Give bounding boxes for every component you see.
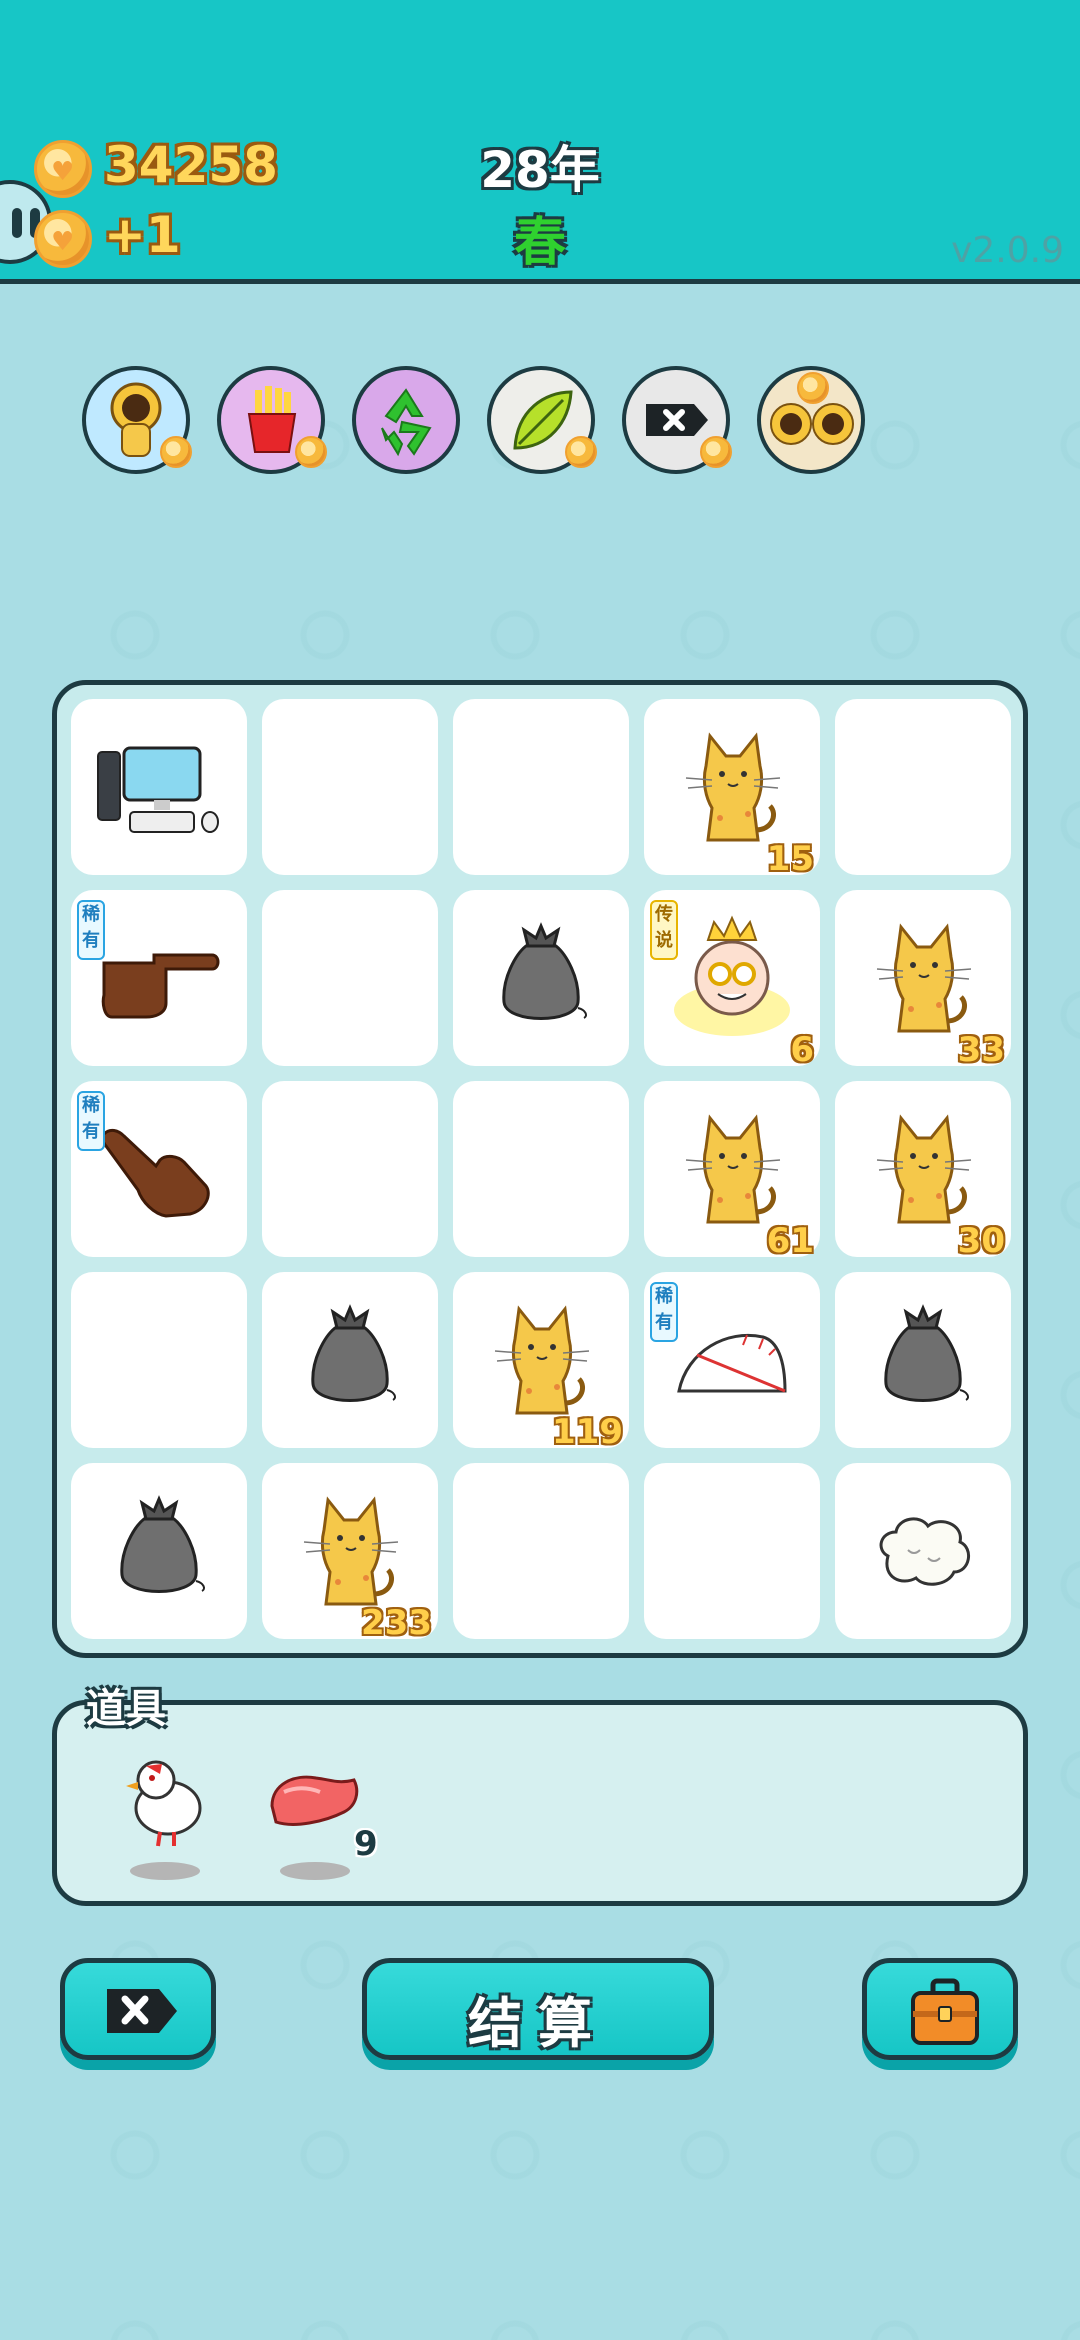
board-cell[interactable] bbox=[71, 1272, 247, 1448]
board-cell[interactable] bbox=[835, 1272, 1011, 1448]
board-cell[interactable] bbox=[835, 699, 1011, 875]
raw-meat-icon[interactable] bbox=[264, 1762, 364, 1842]
coin-icon: ♥ bbox=[34, 210, 92, 268]
delete-button[interactable] bbox=[60, 1958, 216, 2060]
board-cell[interactable]: 稀有 bbox=[644, 1272, 820, 1448]
board-cell[interactable] bbox=[71, 1463, 247, 1639]
board-cell[interactable]: 233 bbox=[262, 1463, 438, 1643]
item-shadow bbox=[130, 1862, 200, 1880]
settle-button[interactable]: 结算 bbox=[362, 1958, 714, 2060]
year-display: 28年 bbox=[480, 141, 600, 199]
items-title: 道具 bbox=[86, 1686, 166, 1732]
leaf-icon[interactable] bbox=[487, 366, 597, 474]
version-label: v2.0.9 bbox=[951, 230, 1064, 271]
garbage-bag-icon bbox=[835, 1272, 1011, 1448]
slot-board: 15 稀有 传说 6 33 稀有 61 30 119 稀有 233 bbox=[52, 680, 1028, 1658]
coin-income: +1 bbox=[104, 206, 181, 264]
bag-button[interactable] bbox=[862, 1958, 1018, 2060]
board-cell[interactable] bbox=[835, 1463, 1011, 1639]
board-cell[interactable]: 15 bbox=[644, 699, 820, 879]
effects-row bbox=[82, 366, 982, 476]
rare-badge: 稀有 bbox=[650, 1282, 678, 1342]
board-cell[interactable] bbox=[262, 890, 438, 1066]
item-count: 119 bbox=[552, 1412, 623, 1452]
board-cell[interactable]: 33 bbox=[835, 890, 1011, 1070]
board-cell[interactable]: 30 bbox=[835, 1081, 1011, 1261]
season-display: 春 bbox=[513, 213, 566, 273]
board-cell[interactable] bbox=[262, 1081, 438, 1257]
board-cell[interactable]: 稀有 bbox=[71, 1081, 247, 1257]
item-count: 9 bbox=[354, 1824, 378, 1864]
item-count: 30 bbox=[957, 1221, 1005, 1261]
board-cell[interactable] bbox=[644, 1463, 820, 1639]
delete-tag-icon bbox=[107, 1989, 177, 2033]
board-cell[interactable] bbox=[262, 699, 438, 875]
garbage-bag-icon bbox=[453, 890, 629, 1066]
twin-sunflower-cats-icon[interactable] bbox=[757, 366, 865, 474]
french-fries-icon[interactable] bbox=[217, 366, 327, 474]
briefcase-icon bbox=[911, 1978, 979, 2045]
item-count: 61 bbox=[766, 1221, 814, 1261]
coin-total: 34258 bbox=[104, 136, 278, 194]
coin-icon: ♥ bbox=[34, 140, 92, 198]
board-cell[interactable] bbox=[71, 699, 247, 875]
cat-sunflower-icon[interactable] bbox=[82, 366, 192, 474]
item-count: 33 bbox=[957, 1030, 1005, 1070]
board-cell[interactable] bbox=[453, 699, 629, 875]
board-cell[interactable] bbox=[453, 890, 629, 1066]
settle-label: 结算 bbox=[468, 1992, 608, 2055]
garbage-bag-icon bbox=[71, 1463, 247, 1639]
board-cell[interactable] bbox=[262, 1272, 438, 1448]
board-cell[interactable]: 稀有 bbox=[71, 890, 247, 1066]
garbage-bag-icon bbox=[262, 1272, 438, 1448]
item-count: 6 bbox=[790, 1030, 814, 1070]
board-cell[interactable] bbox=[453, 1463, 629, 1639]
board-cell[interactable]: 119 bbox=[453, 1272, 629, 1452]
item-count: 233 bbox=[361, 1603, 432, 1643]
item-count: 15 bbox=[766, 839, 814, 879]
cotton-icon bbox=[835, 1463, 1011, 1639]
delete-tag-icon[interactable] bbox=[622, 366, 732, 474]
rare-badge: 稀有 bbox=[77, 900, 105, 960]
top-bar: ♥ 34258 ♥ +1 28年 春 v2.0.9 bbox=[0, 0, 1080, 284]
computer-icon bbox=[71, 699, 247, 875]
board-cell[interactable]: 传说 6 bbox=[644, 890, 820, 1070]
recycle-icon[interactable] bbox=[352, 366, 460, 474]
item-shadow bbox=[280, 1862, 350, 1880]
board-cell[interactable] bbox=[453, 1081, 629, 1257]
board-cell[interactable]: 61 bbox=[644, 1081, 820, 1261]
white-bird-icon[interactable] bbox=[116, 1752, 216, 1852]
legendary-badge: 传说 bbox=[650, 900, 678, 960]
rare-badge: 稀有 bbox=[77, 1091, 105, 1151]
